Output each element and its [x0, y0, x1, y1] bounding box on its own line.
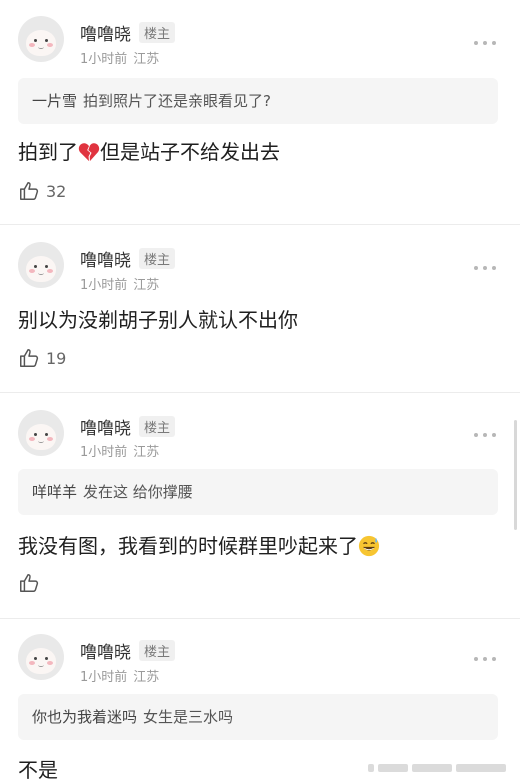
broken-heart-icon [78, 143, 100, 162]
comment-location: 江苏 [133, 52, 160, 67]
quoted-author: 一片雪 [32, 92, 78, 110]
comment-location: 江苏 [133, 670, 160, 685]
like-button[interactable]: 32 [18, 180, 66, 202]
quoted-author: 咩咩羊 [32, 483, 78, 501]
quoted-text: 女生是三水吗 [143, 708, 234, 726]
comment-text-part: 我没有图，我看到的时候群里吵起来了 [18, 534, 358, 558]
comment-item: 噜噜晓 楼主 1小时前 江苏 一片雪 拍到照片了还是亲眼看见了? 拍到了 但是站子不给… [0, 0, 520, 225]
name-row: 噜噜晓 楼主 [80, 414, 176, 439]
comment-time: 1小时前 [80, 278, 128, 293]
username[interactable]: 噜噜晓 [80, 246, 131, 271]
avatar-face [26, 648, 56, 674]
comment-text-part: 拍到了 [18, 140, 78, 164]
like-count: 19 [46, 348, 67, 368]
comment-text-part: 但是站子不给发出去 [100, 140, 280, 164]
comment-meta: 1小时前 江苏 [80, 48, 159, 67]
comment-meta: 1小时前 江苏 [80, 441, 159, 460]
comment-meta: 1小时前 江苏 [80, 274, 159, 293]
quoted-text: 拍到照片了还是亲眼看见了? [83, 92, 271, 110]
author-badge: 楼主 [139, 22, 176, 43]
thumbs-up-icon [20, 574, 39, 592]
avatar-face [26, 256, 56, 282]
more-options-icon[interactable] [474, 432, 496, 438]
username[interactable]: 噜噜晓 [80, 638, 131, 663]
quoted-reply[interactable]: 一片雪 拍到照片了还是亲眼看见了? [18, 78, 498, 124]
like-button[interactable] [18, 572, 46, 594]
quoted-reply[interactable]: 咩咩羊 发在这 给你撑腰 [18, 469, 498, 515]
comment-time: 1小时前 [80, 52, 128, 67]
quoted-text: 发在这 给你撑腰 [83, 483, 193, 501]
author-badge: 楼主 [139, 416, 176, 437]
author-badge: 楼主 [139, 640, 176, 661]
comment-time: 1小时前 [80, 445, 128, 460]
comment-text: 不是 [18, 758, 58, 782]
comment-item: 噜噜晓 楼主 1小时前 江苏 别以为没剃胡子别人就认不出你 19 [0, 224, 520, 393]
comment-meta: 1小时前 江苏 [80, 666, 159, 685]
comment-text: 我没有图，我看到的时候群里吵起来了 [18, 530, 380, 559]
comment-location: 江苏 [133, 445, 160, 460]
quoted-reply[interactable]: 你也为我着迷吗 女生是三水吗 [18, 694, 498, 740]
avatar-face [26, 30, 56, 56]
comment-text: 拍到了 但是站子不给发出去 [18, 136, 280, 165]
quoted-author: 你也为我着迷吗 [32, 708, 138, 726]
comment-text: 别以为没剃胡子别人就认不出你 [18, 308, 298, 332]
avatar[interactable] [18, 634, 64, 680]
like-button[interactable]: 19 [18, 347, 66, 369]
watermark [368, 761, 508, 775]
name-row: 噜噜晓 楼主 [80, 638, 176, 663]
comment-item: 噜噜晓 楼主 1小时前 江苏 你也为我着迷吗 女生是三水吗 不是 [0, 618, 520, 782]
thumbs-up-icon [20, 182, 39, 200]
comment-item: 噜噜晓 楼主 1小时前 江苏 咩咩羊 发在这 给你撑腰 我没有图，我看到的时候群里吵… [0, 392, 520, 619]
avatar-face [26, 424, 56, 450]
more-options-icon[interactable] [474, 265, 496, 271]
like-count: 32 [46, 181, 67, 201]
username[interactable]: 噜噜晓 [80, 20, 131, 45]
scrollbar[interactable] [514, 420, 517, 530]
sweat-smile-emoji-icon [358, 535, 380, 557]
avatar[interactable] [18, 242, 64, 288]
thumbs-up-icon [20, 349, 39, 367]
name-row: 噜噜晓 楼主 [80, 20, 176, 45]
name-row: 噜噜晓 楼主 [80, 246, 176, 271]
username[interactable]: 噜噜晓 [80, 414, 131, 439]
more-options-icon[interactable] [474, 40, 496, 46]
avatar[interactable] [18, 410, 64, 456]
comment-location: 江苏 [133, 278, 160, 293]
avatar[interactable] [18, 16, 64, 62]
comment-time: 1小时前 [80, 670, 128, 685]
author-badge: 楼主 [139, 248, 176, 269]
more-options-icon[interactable] [474, 656, 496, 662]
